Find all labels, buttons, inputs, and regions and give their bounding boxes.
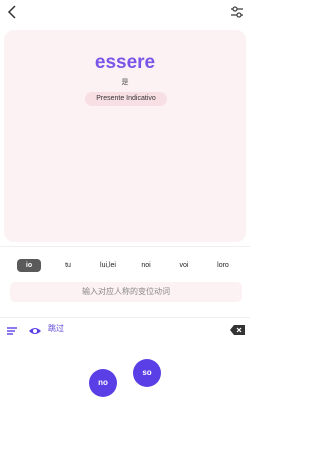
- list-icon: [7, 327, 17, 335]
- letter-bank-panel: 跳过 no so: [0, 317, 250, 450]
- settings-sliders-button[interactable]: [228, 3, 246, 21]
- pronoun-tab-io[interactable]: io: [17, 259, 41, 272]
- hint-eye-button[interactable]: [28, 324, 42, 336]
- top-bar: [0, 0, 250, 26]
- sliders-icon: [231, 6, 243, 18]
- skip-button[interactable]: 跳过: [48, 322, 64, 336]
- answer-input[interactable]: 输入对应人称的变位动词: [10, 282, 242, 302]
- pronoun-tabs: io tu lui,lei noi voi loro: [0, 259, 250, 273]
- divider: [0, 246, 250, 247]
- back-button[interactable]: [4, 3, 22, 21]
- letter-bubble-so[interactable]: so: [133, 359, 161, 387]
- pronoun-tab-tu[interactable]: tu: [58, 259, 78, 272]
- menu-button[interactable]: [6, 324, 18, 336]
- chevron-left-icon: [7, 5, 16, 19]
- tense-badge: Presente Indicativo: [85, 92, 167, 106]
- pronoun-tab-noi[interactable]: noi: [136, 259, 156, 272]
- verb-card: essere 是 Presente Indicativo: [4, 30, 246, 242]
- pronoun-tab-lui-lei[interactable]: lui,lei: [93, 259, 123, 272]
- verb-title: essere: [94, 52, 156, 73]
- verb-meaning: 是: [121, 79, 129, 86]
- letter-bubble-no[interactable]: no: [89, 369, 117, 397]
- eye-icon: [29, 328, 41, 334]
- pronoun-tab-loro[interactable]: loro: [212, 259, 234, 272]
- pronoun-tab-voi[interactable]: voi: [174, 259, 194, 272]
- backspace-icon: [230, 325, 245, 335]
- conjugation-page: essere 是 Presente Indicativo io tu lui,l…: [0, 0, 250, 450]
- backspace-button[interactable]: [230, 323, 246, 335]
